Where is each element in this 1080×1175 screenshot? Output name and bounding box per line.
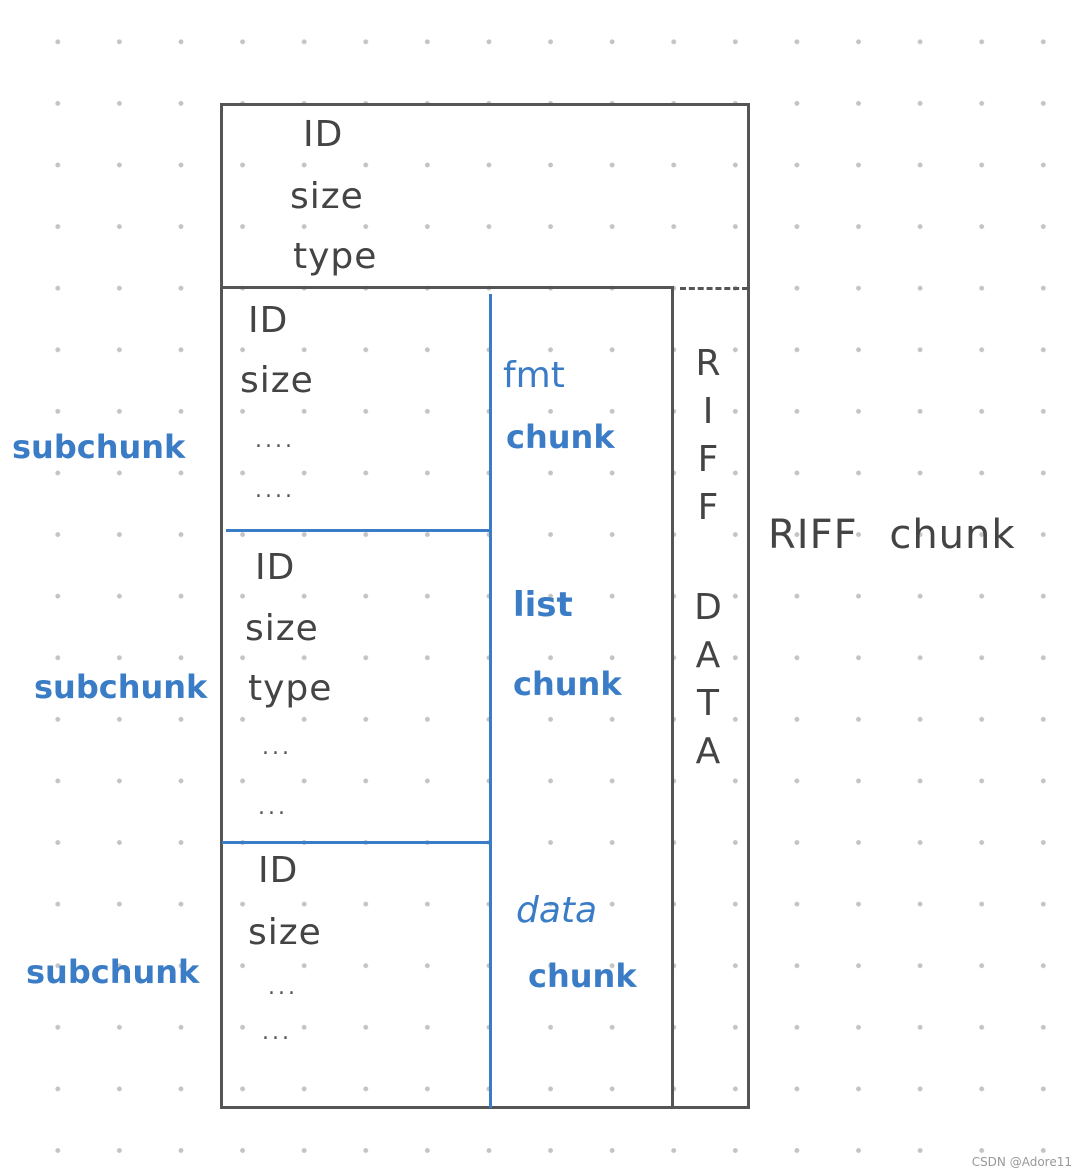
watermark: CSDN @Adore11 (971, 1155, 1072, 1169)
letter: D (694, 587, 722, 628)
field-id: ID (248, 300, 289, 341)
riff-data-divider (671, 286, 674, 1108)
data-chunk-label: chunk (528, 957, 637, 995)
outer-box-top (220, 103, 750, 106)
field-size: size (245, 608, 319, 649)
blue-divider-2 (222, 841, 490, 844)
letter: T (697, 683, 719, 724)
riff-chunk-label: RIFF chunk (768, 512, 1016, 558)
subchunk-label-2: subchunk (34, 668, 208, 706)
outer-box-right (747, 103, 750, 1109)
letter: I (702, 391, 714, 432)
field-ellipsis: .... (255, 478, 295, 503)
header-divider (220, 286, 673, 289)
field-ellipsis: ... (262, 1020, 292, 1045)
riff-data-vertical-label: R I F F D A T A (688, 340, 728, 776)
list-chunk-label: list (513, 585, 573, 625)
field-ellipsis: ... (258, 795, 288, 820)
outer-box-left (220, 103, 223, 1109)
fmt-chunk-label: fmt (503, 355, 565, 396)
field-ellipsis: .... (255, 428, 295, 453)
letter: F (697, 439, 719, 480)
letter: A (695, 635, 721, 676)
field-type: type (248, 668, 333, 709)
subchunk-label-3: subchunk (26, 953, 200, 991)
header-id: ID (303, 114, 344, 155)
field-size: size (248, 912, 322, 953)
letter: F (697, 487, 719, 528)
fmt-chunk-label: chunk (506, 418, 615, 456)
field-size: size (240, 360, 314, 401)
letter: R (695, 343, 721, 384)
list-chunk-label: chunk (513, 665, 622, 703)
subchunk-label-1: subchunk (12, 428, 186, 466)
dashed-divider (680, 287, 748, 290)
field-id: ID (255, 547, 296, 588)
field-ellipsis: ... (262, 735, 292, 760)
letter: A (695, 731, 721, 772)
header-size: size (290, 176, 364, 217)
data-chunk-label: data (516, 890, 598, 931)
field-id: ID (258, 850, 299, 891)
header-type: type (293, 236, 378, 277)
field-ellipsis: ... (268, 975, 298, 1000)
blue-vertical-divider (489, 294, 492, 1108)
blue-divider-1 (226, 529, 490, 532)
